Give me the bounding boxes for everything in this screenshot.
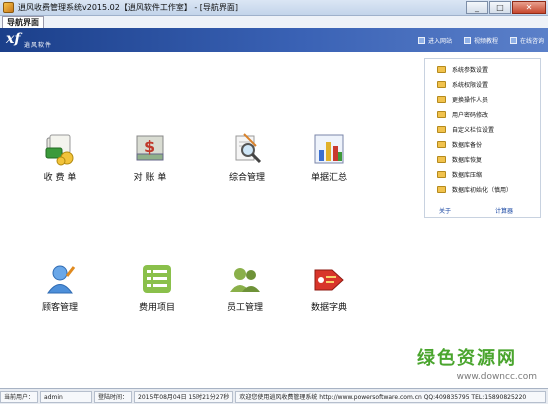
money-stack-icon bbox=[43, 132, 77, 166]
side-item-change-password[interactable]: 用户密码修改 bbox=[437, 110, 488, 119]
link-online-consult[interactable]: 在线咨询 bbox=[509, 36, 544, 45]
side-item-permissions[interactable]: 系统权限设置 bbox=[437, 80, 488, 89]
link-video-label: 视频教程 bbox=[473, 38, 498, 45]
maximize-button[interactable]: □ bbox=[489, 1, 511, 14]
side-item-label: 系统权限设置 bbox=[452, 82, 489, 89]
customer-icon bbox=[43, 262, 77, 296]
side-item-label: 数据库初始化（慎用） bbox=[452, 187, 513, 194]
link-video-tutorial[interactable]: 视频教程 bbox=[463, 36, 498, 45]
video-icon bbox=[463, 37, 471, 44]
folder-icon bbox=[437, 156, 446, 163]
side-item-label: 系统参数设置 bbox=[452, 67, 489, 74]
side-item-custom-columns[interactable]: 自定义栏位设置 bbox=[437, 125, 494, 134]
about-link[interactable]: 关于 bbox=[439, 206, 451, 215]
link-website-label: 进入网站 bbox=[427, 38, 452, 45]
tile-data-dictionary[interactable]: 数据字典 bbox=[294, 262, 364, 313]
side-item-system-params[interactable]: 系统参数设置 bbox=[437, 65, 488, 74]
header-links: 进入网站 视频教程 在线咨询 bbox=[406, 36, 544, 45]
minimize-button[interactable]: _ bbox=[466, 1, 488, 14]
folder-icon bbox=[437, 186, 446, 193]
list-icon bbox=[140, 262, 174, 296]
bar-chart-icon bbox=[312, 132, 346, 166]
tile-label: 顾客管理 bbox=[41, 303, 78, 313]
side-item-db-restore[interactable]: 数据库恢复 bbox=[437, 155, 482, 164]
tile-statement[interactable]: $ 对 账 单 bbox=[115, 132, 185, 183]
header-banner: xf 逍风软件 进入网站 视频教程 在线咨询 bbox=[0, 28, 548, 52]
folder-icon bbox=[437, 96, 446, 103]
brand-name: 逍风软件 bbox=[24, 42, 53, 49]
link-website[interactable]: 进入网站 bbox=[417, 36, 452, 45]
status-welcome: 欢迎您使用逍风收费管理系统 http://www.powersoftware.c… bbox=[235, 390, 546, 403]
svg-text:$: $ bbox=[144, 137, 155, 156]
watermark-text: 绿色资源网 bbox=[417, 348, 517, 369]
folder-icon bbox=[437, 111, 446, 118]
folder-icon bbox=[437, 126, 446, 133]
tab-navigation[interactable]: 导航界面 bbox=[2, 16, 44, 28]
status-user-label: 当前用户： bbox=[0, 390, 39, 403]
tile-label: 收 费 单 bbox=[43, 173, 77, 183]
status-bar: 当前用户： admin 登陆时间： 2015年08月04日 15时21分27秒 … bbox=[0, 388, 548, 404]
calculator-link[interactable]: 计算器 bbox=[495, 206, 513, 215]
tile-label: 综合管理 bbox=[228, 173, 265, 183]
status-user-value: admin bbox=[40, 390, 93, 403]
website-icon bbox=[417, 37, 425, 44]
watermark: 绿色资源网 www.downcc.com bbox=[417, 344, 537, 384]
folder-icon bbox=[437, 81, 446, 88]
side-item-label: 数据库恢复 bbox=[452, 157, 483, 164]
tile-label: 数据字典 bbox=[310, 303, 347, 313]
chat-icon bbox=[509, 37, 517, 44]
dollar-ledger-icon: $ bbox=[133, 132, 167, 166]
system-settings-panel: 系统参数设置 系统权限设置 更换操作人员 用户密码修改 自定义栏位设置 数据库备… bbox=[424, 58, 541, 218]
tab-bar: 导航界面 bbox=[0, 16, 548, 28]
tile-document-summary[interactable]: 单据汇总 bbox=[294, 132, 364, 183]
folder-icon bbox=[437, 66, 446, 73]
side-item-label: 自定义栏位设置 bbox=[452, 127, 495, 134]
tile-label: 单据汇总 bbox=[310, 173, 347, 183]
tile-label: 对 账 单 bbox=[133, 173, 167, 183]
side-item-label: 用户密码修改 bbox=[452, 112, 489, 119]
tile-label: 费用项目 bbox=[138, 303, 175, 313]
tile-staff-management[interactable]: 员工管理 bbox=[210, 262, 280, 313]
side-item-db-init[interactable]: 数据库初始化（慎用） bbox=[437, 185, 512, 194]
tile-receipt[interactable]: 收 费 单 bbox=[25, 132, 95, 183]
status-login-label: 登陆时间： bbox=[94, 390, 133, 403]
link-consult-label: 在线咨询 bbox=[519, 38, 544, 45]
tag-icon bbox=[312, 262, 346, 296]
folder-icon bbox=[437, 171, 446, 178]
folder-icon bbox=[437, 141, 446, 148]
side-item-switch-operator[interactable]: 更换操作人员 bbox=[437, 95, 488, 104]
tile-customer-management[interactable]: 顾客管理 bbox=[25, 262, 95, 313]
app-icon bbox=[3, 2, 14, 13]
window-controls: _ □ ✕ bbox=[465, 1, 546, 14]
side-item-label: 更换操作人员 bbox=[452, 97, 489, 104]
side-item-label: 数据库压缩 bbox=[452, 172, 483, 179]
staff-icon bbox=[228, 262, 262, 296]
magnifier-doc-icon bbox=[230, 132, 264, 166]
window-title: 逍风收费管理系统v2015.02【逍风软件工作室】 - [导航界面] bbox=[18, 3, 239, 12]
tile-label: 员工管理 bbox=[226, 303, 263, 313]
watermark-url: www.downcc.com bbox=[456, 372, 537, 382]
tile-fee-items[interactable]: 费用项目 bbox=[122, 262, 192, 313]
window-titlebar: 逍风收费管理系统v2015.02【逍风软件工作室】 - [导航界面] _ □ ✕ bbox=[0, 0, 548, 16]
side-item-db-backup[interactable]: 数据库备份 bbox=[437, 140, 482, 149]
brand-logo: xf bbox=[6, 31, 21, 47]
side-item-label: 数据库备份 bbox=[452, 142, 483, 149]
close-button[interactable]: ✕ bbox=[512, 1, 546, 14]
tile-general-management[interactable]: 综合管理 bbox=[212, 132, 282, 183]
side-item-db-compress[interactable]: 数据库压缩 bbox=[437, 170, 482, 179]
status-login-value: 2015年08月04日 15时21分27秒 bbox=[134, 390, 234, 403]
